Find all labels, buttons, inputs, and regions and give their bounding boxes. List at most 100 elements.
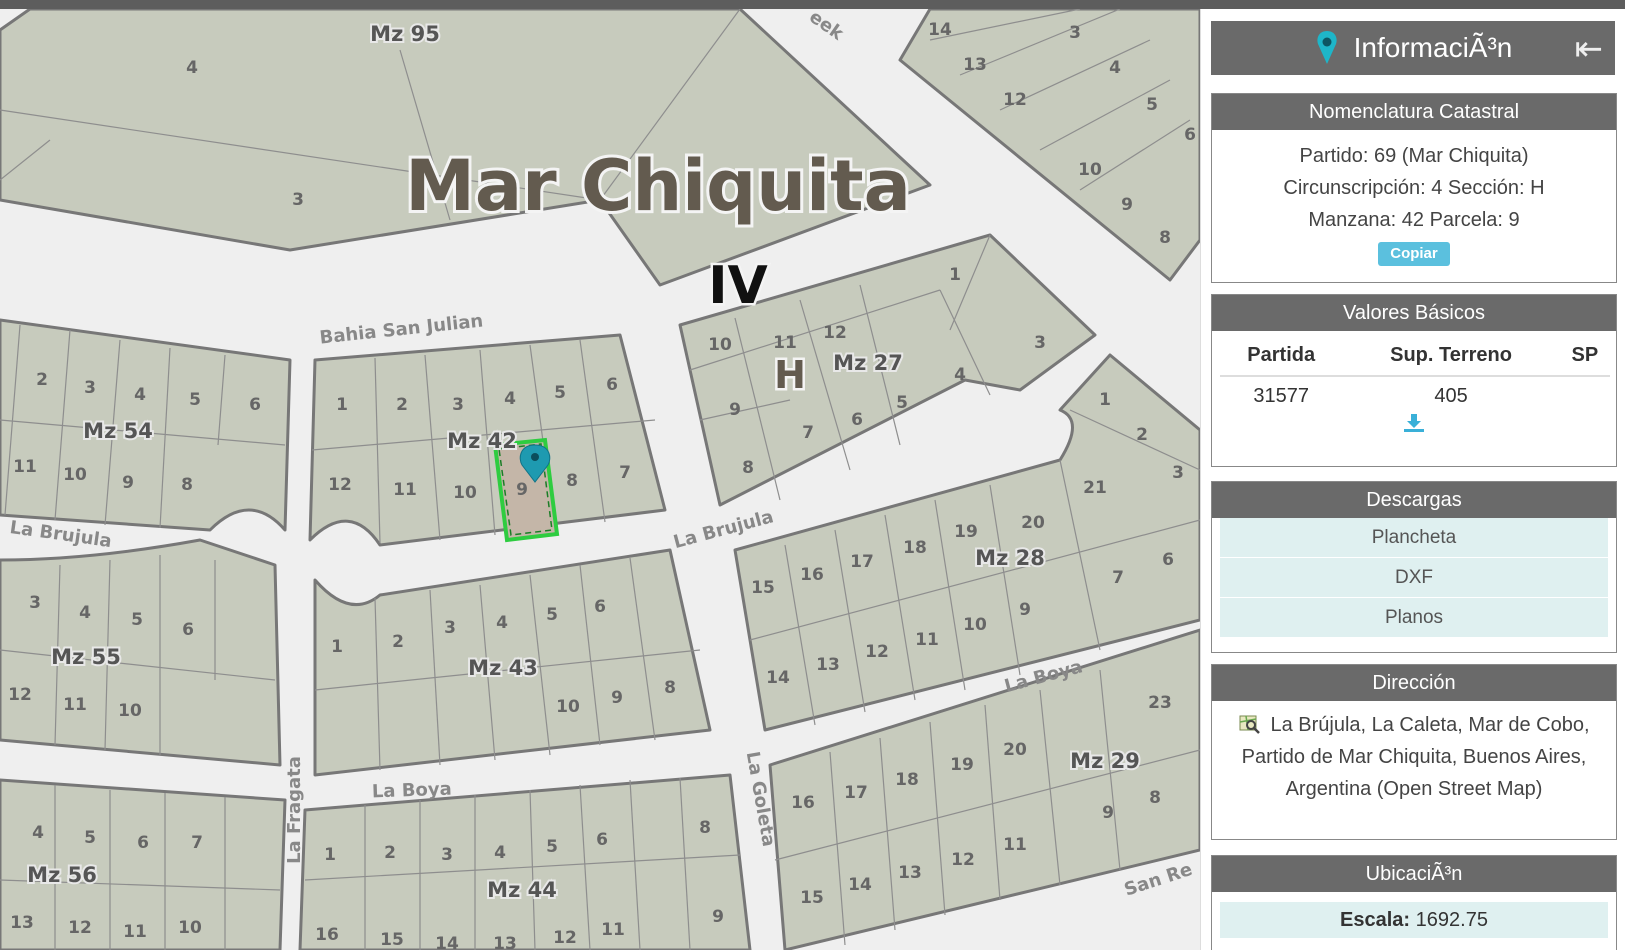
svg-text:4: 4 (504, 389, 516, 409)
direccion-card: Dirección La Brújula, La Caleta, Mar de … (1211, 664, 1617, 840)
svg-text:6: 6 (182, 620, 194, 640)
street-bahia-san-julian: Bahia San Julian (319, 311, 485, 349)
descargas-header: Descargas (1212, 482, 1616, 518)
svg-text:12: 12 (8, 685, 32, 705)
svg-text:13: 13 (816, 655, 840, 675)
svg-text:9: 9 (1019, 600, 1031, 620)
svg-text:13: 13 (493, 934, 517, 950)
svg-text:8: 8 (1149, 788, 1161, 808)
svg-text:13: 13 (10, 913, 34, 933)
block-mz55[interactable] (0, 538, 282, 767)
mz-label-42: Mz 42 (447, 429, 517, 453)
mz-label-44: Mz 44 (487, 878, 557, 902)
svg-text:14: 14 (766, 668, 790, 688)
svg-text:3: 3 (1172, 463, 1184, 483)
svg-text:5: 5 (131, 610, 143, 630)
svg-text:17: 17 (850, 552, 874, 572)
seccion-label: H (774, 353, 806, 397)
svg-text:4: 4 (954, 365, 966, 385)
svg-text:10: 10 (453, 483, 477, 503)
download-icon[interactable] (1212, 413, 1616, 439)
download-planos[interactable]: Planos (1220, 598, 1608, 638)
scale-label: Escala: (1340, 909, 1411, 931)
collapse-panel-icon[interactable]: ⇤ (1575, 29, 1604, 69)
svg-text:1: 1 (949, 265, 961, 285)
svg-text:3: 3 (292, 190, 304, 210)
svg-text:4: 4 (134, 385, 146, 405)
svg-text:12: 12 (68, 918, 92, 938)
svg-text:16: 16 (315, 925, 339, 945)
svg-text:8: 8 (566, 471, 578, 491)
svg-text:11: 11 (13, 457, 37, 477)
cell-sp (1560, 376, 1610, 409)
svg-text:14: 14 (848, 875, 872, 895)
svg-text:10: 10 (63, 465, 87, 485)
descargas-card: Descargas Plancheta DXF Planos (1211, 481, 1617, 653)
svg-text:3: 3 (84, 378, 96, 398)
svg-text:14: 14 (928, 20, 952, 40)
svg-text:9: 9 (1102, 803, 1114, 823)
svg-text:14: 14 (435, 934, 459, 950)
svg-text:16: 16 (791, 793, 815, 813)
col-partida: Partida (1220, 343, 1343, 377)
svg-text:8: 8 (664, 678, 676, 698)
svg-text:12: 12 (328, 475, 352, 495)
svg-text:15: 15 (380, 930, 404, 950)
scale-row: Escala: 1692.75 (1220, 902, 1608, 938)
valores-table: Partida Sup. Terreno SP 31577 405 (1220, 343, 1610, 409)
manzana-line: Manzana: 42 Parcela: 9 (1308, 209, 1520, 231)
svg-text:3: 3 (29, 593, 41, 613)
download-dxf[interactable]: DXF (1220, 558, 1608, 598)
svg-text:9: 9 (712, 907, 724, 927)
scale-value: 1692.75 (1415, 909, 1488, 931)
svg-text:6: 6 (851, 410, 863, 430)
info-panel-title: InformaciÃ³n (1353, 32, 1513, 63)
svg-text:11: 11 (393, 480, 417, 500)
svg-text:12: 12 (553, 928, 577, 948)
copy-button[interactable]: Copiar (1378, 242, 1450, 266)
street-la-fragata: La Fragata (284, 756, 305, 864)
svg-text:3: 3 (452, 395, 464, 415)
svg-text:6: 6 (1184, 125, 1196, 145)
map-search-icon[interactable] (1238, 713, 1262, 735)
svg-text:19: 19 (954, 522, 978, 542)
direccion-header: Dirección (1212, 665, 1616, 701)
mz-label-28: Mz 28 (975, 546, 1045, 570)
partido-line: Partido: 69 (Mar Chiquita) (1299, 145, 1529, 167)
svg-text:5: 5 (1146, 95, 1158, 115)
circunscripcion-line: Circunscripción: 4 Sección: H (1283, 177, 1545, 199)
mz-label-55: Mz 55 (51, 645, 121, 669)
table-row: 31577 405 (1220, 376, 1610, 409)
svg-text:9: 9 (611, 688, 623, 708)
svg-text:4: 4 (494, 843, 506, 863)
svg-text:4: 4 (32, 823, 44, 843)
svg-text:2: 2 (384, 843, 396, 863)
svg-text:3: 3 (1034, 333, 1046, 353)
svg-text:4: 4 (79, 603, 91, 623)
svg-text:10: 10 (1078, 160, 1102, 180)
svg-text:5: 5 (554, 383, 566, 403)
svg-text:10: 10 (963, 615, 987, 635)
nomenclatura-card: Nomenclatura Catastral Partido: 69 (Mar … (1211, 93, 1617, 283)
mz-label-54: Mz 54 (83, 419, 153, 443)
svg-text:1: 1 (331, 637, 343, 657)
block-mz44[interactable] (298, 773, 752, 950)
svg-text:8: 8 (181, 475, 193, 495)
cadastral-map[interactable]: 4 3 14 3 13 4 12 5 6 10 9 8 1 10 11 12 3… (0, 9, 1200, 950)
download-plancheta[interactable]: Plancheta (1220, 518, 1608, 558)
svg-text:3: 3 (1069, 23, 1081, 43)
svg-text:19: 19 (950, 755, 974, 775)
mz-label-29: Mz 29 (1070, 749, 1140, 773)
svg-text:18: 18 (903, 538, 927, 558)
mz-label-56: Mz 56 (27, 863, 97, 887)
valores-card: Valores Básicos Partida Sup. Terreno SP … (1211, 294, 1617, 467)
svg-text:5: 5 (896, 393, 908, 413)
svg-text:16: 16 (800, 565, 824, 585)
svg-text:11: 11 (63, 695, 87, 715)
svg-text:6: 6 (606, 375, 618, 395)
svg-text:15: 15 (800, 888, 824, 908)
svg-text:11: 11 (123, 922, 147, 942)
svg-text:13: 13 (963, 55, 987, 75)
svg-text:6: 6 (249, 395, 261, 415)
svg-text:8: 8 (699, 818, 711, 838)
